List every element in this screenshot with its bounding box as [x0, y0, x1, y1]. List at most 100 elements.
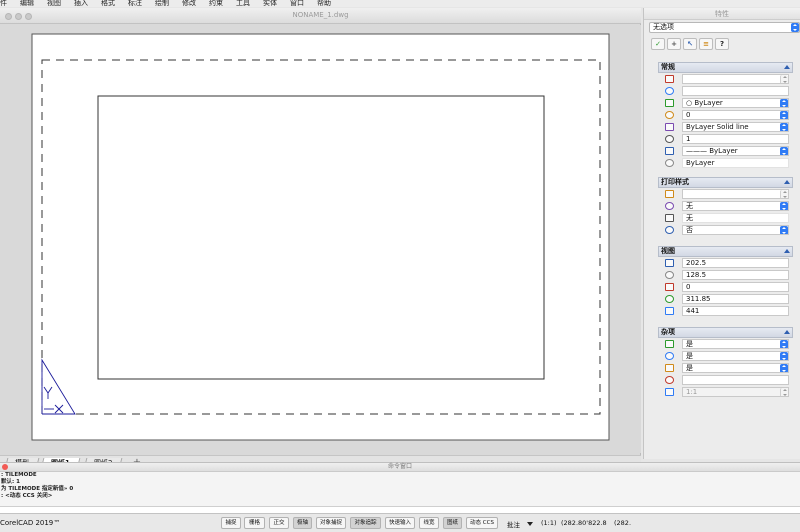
- menu-help[interactable]: 帮助: [317, 0, 331, 7]
- property-value-text: ByLayer: [686, 159, 715, 167]
- chevron-updown-icon[interactable]: [780, 111, 788, 119]
- chevron-down-icon[interactable]: [527, 522, 533, 526]
- selection-value: 无选项: [653, 23, 674, 31]
- status-toggle-8[interactable]: 图纸: [443, 517, 462, 529]
- chevron-updown-icon[interactable]: [780, 340, 788, 348]
- chevron-updown-icon[interactable]: [780, 352, 788, 360]
- property-value[interactable]: [682, 375, 789, 385]
- section-header[interactable]: 杂项: [658, 327, 793, 338]
- property-row: 是: [658, 362, 793, 374]
- chevron-updown-icon[interactable]: [780, 388, 788, 396]
- status-toggle-2[interactable]: 正交: [269, 517, 289, 529]
- annotation-scale-icon: [665, 388, 674, 396]
- selection-dropdown[interactable]: 无选项: [649, 22, 800, 33]
- status-toggle-4[interactable]: 对象捕捉: [316, 517, 346, 529]
- properties-toolbar: ✓ + ↖ ≡ ?: [651, 38, 729, 50]
- property-row: 128.5: [658, 269, 793, 281]
- filter-button[interactable]: ≡: [699, 38, 713, 50]
- menu-tools[interactable]: 工具: [236, 0, 250, 7]
- property-value[interactable]: [682, 74, 789, 84]
- property-value[interactable]: 1:1: [682, 387, 789, 397]
- property-value[interactable]: ○ ByLayer: [682, 98, 789, 108]
- property-value[interactable]: 是: [682, 351, 789, 361]
- chevron-updown-icon[interactable]: [780, 202, 788, 210]
- status-toggle-9[interactable]: 动态 CCS: [466, 517, 498, 529]
- section-header[interactable]: 常规: [658, 62, 793, 73]
- ucs-name-icon: [665, 376, 674, 384]
- menu-view[interactable]: 视图: [47, 0, 61, 7]
- property-value[interactable]: 202.5: [682, 258, 789, 268]
- center-y-icon: [665, 271, 674, 279]
- property-value[interactable]: ——— ByLayer: [682, 146, 789, 156]
- property-row: 441: [658, 305, 793, 317]
- menu-modify[interactable]: 修改: [182, 0, 196, 7]
- chevron-updown-icon[interactable]: [780, 364, 788, 372]
- property-value[interactable]: 无: [682, 201, 789, 211]
- property-value[interactable]: 128.5: [682, 270, 789, 280]
- collapse-icon[interactable]: [784, 330, 790, 334]
- property-value[interactable]: 0: [682, 110, 789, 120]
- status-toggle-5[interactable]: 对象追踪: [350, 517, 381, 529]
- property-value-text: 是: [686, 352, 693, 360]
- collapse-icon[interactable]: [784, 180, 790, 184]
- menu-entity[interactable]: 实体: [263, 0, 277, 7]
- collapse-icon[interactable]: [784, 65, 790, 69]
- quick-select-button[interactable]: +: [667, 38, 681, 50]
- property-value[interactable]: 441: [682, 306, 789, 316]
- status-toggle-3[interactable]: 极轴: [293, 517, 312, 529]
- select-objects-button[interactable]: ↖: [683, 38, 697, 50]
- menubar: 件 编辑 视图 插入 格式 标注 绘制 修改 约束 工具 实体 窗口 帮助: [0, 0, 800, 7]
- property-value-text: 128.5: [686, 271, 707, 279]
- command-input[interactable]: [0, 506, 800, 513]
- status-toggle-7[interactable]: 线宽: [419, 517, 439, 529]
- status-toggle-0[interactable]: 捕捉: [221, 517, 241, 529]
- status-toggle-6[interactable]: 快速输入: [385, 517, 415, 529]
- section-header[interactable]: 视图: [658, 246, 793, 257]
- ucs-on-icon: [665, 340, 674, 348]
- chevron-updown-icon[interactable]: [780, 99, 788, 107]
- command-window-title: 命令窗口: [0, 463, 800, 472]
- property-value-text: 无: [686, 202, 693, 210]
- property-value[interactable]: 是: [682, 363, 789, 373]
- chevron-updown-icon[interactable]: [780, 190, 788, 198]
- property-value-text: 0: [686, 111, 691, 119]
- property-value[interactable]: [682, 189, 789, 199]
- property-value[interactable]: 无: [682, 213, 789, 223]
- toggle-pickadd-button[interactable]: ✓: [651, 38, 665, 50]
- section-0: 常规 ○ ByLayer 0 ByLayer Solid line 1 ——— ByLay…: [658, 62, 793, 169]
- status-toggle-1[interactable]: 栅格: [244, 517, 265, 529]
- property-value[interactable]: 311.85: [682, 294, 789, 304]
- menu-insert[interactable]: 插入: [74, 0, 88, 7]
- paper-space-svg: [31, 33, 610, 441]
- property-value[interactable]: ByLayer Solid line: [682, 122, 789, 132]
- chevron-updown-icon[interactable]: [780, 123, 788, 131]
- property-row: 0: [658, 281, 793, 293]
- collapse-icon[interactable]: [784, 249, 790, 253]
- command-history-line: : TILEMODE: [1, 472, 37, 478]
- chevron-updown-icon[interactable]: [780, 226, 788, 234]
- menu-constraints[interactable]: 约束: [209, 0, 223, 7]
- property-value[interactable]: 否: [682, 225, 789, 235]
- section-header[interactable]: 打印样式: [658, 177, 793, 188]
- property-value[interactable]: ByLayer: [682, 158, 789, 168]
- close-icon[interactable]: [2, 464, 8, 470]
- section-3: 杂项是是是 1:1: [658, 327, 793, 398]
- chevron-updown-icon[interactable]: [780, 147, 788, 155]
- property-value[interactable]: 是: [682, 339, 789, 349]
- annotation-scale[interactable]: (1:1): [541, 519, 557, 527]
- annotation-label[interactable]: 批注: [507, 519, 520, 529]
- menu-dimension[interactable]: 标注: [128, 0, 142, 7]
- menu-file[interactable]: 件: [0, 0, 7, 7]
- menu-edit[interactable]: 编辑: [20, 0, 34, 7]
- menu-draw[interactable]: 绘制: [155, 0, 169, 7]
- property-value[interactable]: 0: [682, 282, 789, 292]
- ucs-origin-icon: [665, 352, 674, 360]
- help-button[interactable]: ?: [715, 38, 729, 50]
- menu-window[interactable]: 窗口: [290, 0, 304, 7]
- drawing-canvas[interactable]: [0, 25, 641, 453]
- menu-format[interactable]: 格式: [101, 0, 115, 7]
- print-color-icon: [665, 190, 674, 198]
- property-value[interactable]: [682, 86, 789, 96]
- property-value[interactable]: 1: [682, 134, 789, 144]
- chevron-updown-icon[interactable]: [780, 75, 788, 83]
